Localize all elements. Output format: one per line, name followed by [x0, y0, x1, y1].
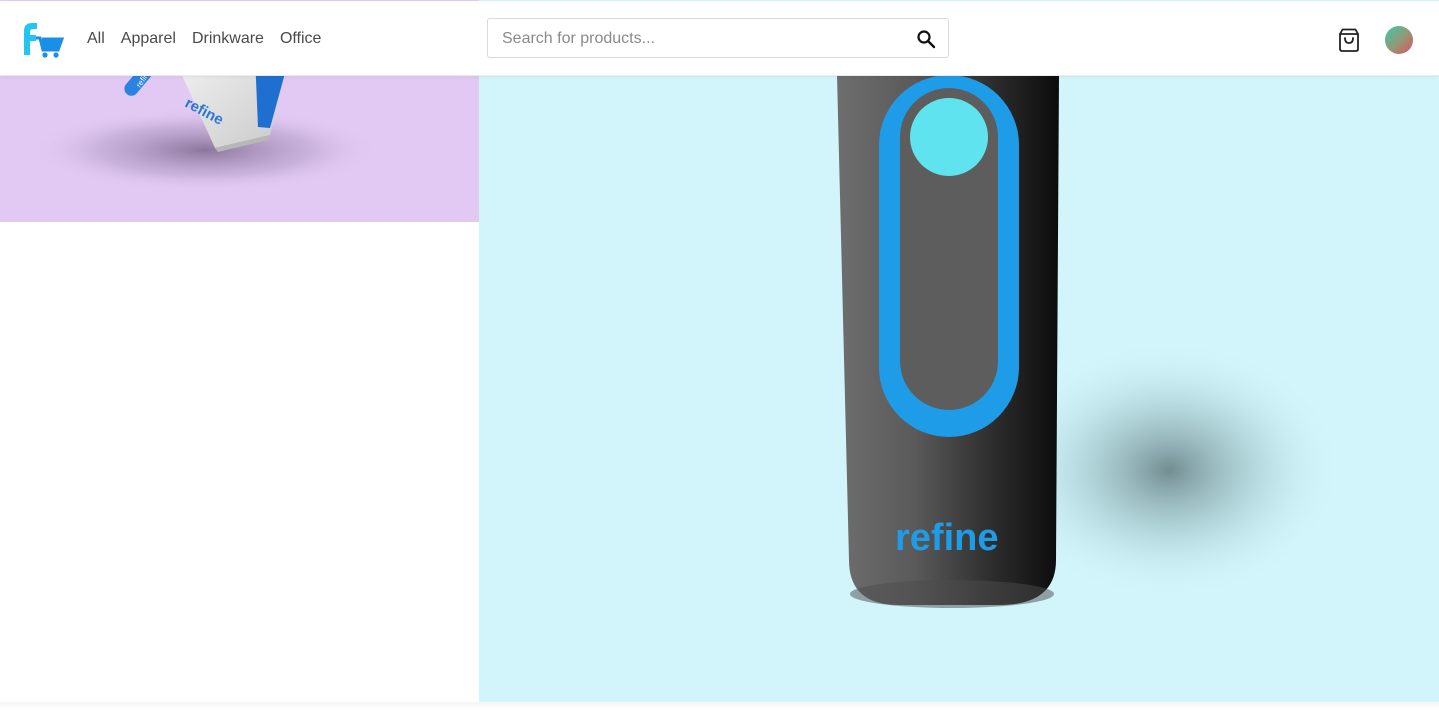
water-bottle-product-image: refine: [837, 75, 1344, 608]
site-header: All Apparel Drinkware Office: [0, 1, 1439, 76]
product-card-water-bottle[interactable]: refine: [479, 0, 1439, 702]
bottle-brand-mark: refine: [895, 517, 998, 559]
nav-link-drinkware[interactable]: Drinkware: [192, 29, 264, 49]
search-input[interactable]: [500, 19, 904, 59]
page-bottom-fade: [0, 702, 1439, 710]
shopping-bag-icon[interactable]: [1337, 27, 1361, 53]
search-icon[interactable]: [916, 29, 936, 49]
category-nav: All Apparel Drinkware Office: [87, 29, 321, 49]
user-avatar[interactable]: [1385, 26, 1413, 54]
nav-link-all[interactable]: All: [87, 29, 105, 49]
refine-cart-logo-icon[interactable]: [22, 21, 64, 59]
nav-link-apparel[interactable]: Apparel: [121, 29, 176, 49]
search-bar: [487, 18, 949, 59]
nav-link-office[interactable]: Office: [280, 29, 322, 49]
